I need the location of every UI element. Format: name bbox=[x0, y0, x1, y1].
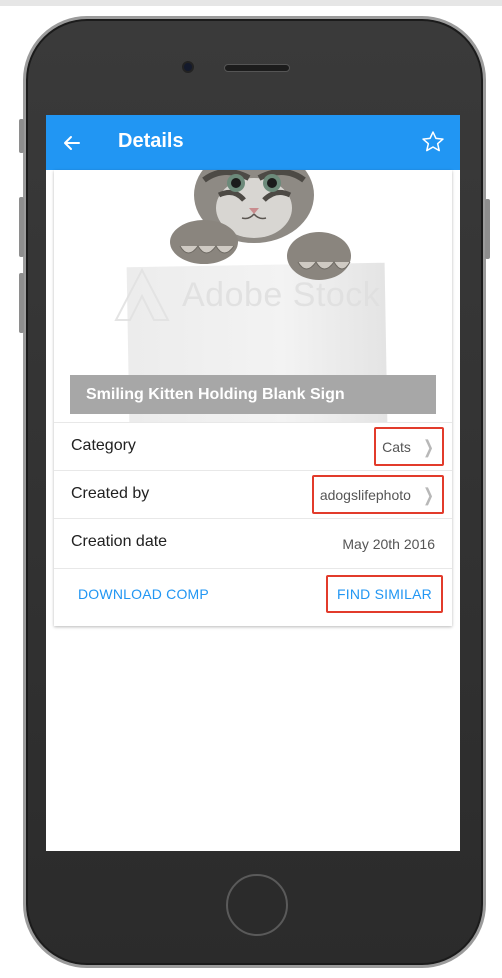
chevron-right-icon: ❯ bbox=[423, 484, 434, 505]
card-actions: DOWNLOAD COMP FIND SIMILAR bbox=[54, 568, 452, 626]
find-similar-button[interactable]: FIND SIMILAR bbox=[326, 575, 443, 613]
star-outline-icon bbox=[422, 131, 444, 152]
favorite-button[interactable] bbox=[416, 125, 450, 159]
detail-row-category: Category Cats ❯ bbox=[54, 422, 452, 470]
arrow-left-icon bbox=[64, 136, 80, 150]
watermark-text: Adobe Stock bbox=[182, 275, 381, 314]
volume-down-button bbox=[19, 273, 24, 333]
stock-image[interactable]: Adobe Stock Smiling Kitten Holding Blank… bbox=[54, 170, 452, 422]
watermark: Adobe Stock bbox=[112, 268, 380, 322]
category-link[interactable]: Cats ❯ bbox=[374, 427, 444, 466]
volume-up-button bbox=[19, 197, 24, 257]
detail-row-created-by: Created by adogslifephoto ❯ bbox=[54, 470, 452, 518]
download-comp-button[interactable]: DOWNLOAD COMP bbox=[78, 586, 209, 602]
image-caption: Smiling Kitten Holding Blank Sign bbox=[70, 375, 436, 414]
earpiece-speaker bbox=[224, 64, 290, 72]
created-by-value: adogslifephoto bbox=[319, 486, 411, 503]
front-camera bbox=[182, 61, 194, 73]
detail-row-creation-date: Creation date May 20th 2016 bbox=[54, 518, 452, 568]
page-title: Details bbox=[118, 130, 184, 152]
home-button[interactable] bbox=[226, 874, 288, 936]
app-screen: Details Adobe Stock Smiling Kitten Holdi… bbox=[46, 115, 460, 851]
app-bar: Details bbox=[46, 115, 460, 170]
power-button bbox=[485, 199, 490, 259]
category-value: Cats bbox=[382, 438, 411, 455]
category-label: Category bbox=[71, 437, 136, 454]
created-by-link[interactable]: adogslifephoto ❯ bbox=[312, 475, 444, 514]
chevron-right-icon: ❯ bbox=[423, 436, 434, 457]
creation-date-value: May 20th 2016 bbox=[342, 536, 435, 552]
mute-switch bbox=[19, 119, 24, 153]
device-stage: Details Adobe Stock Smiling Kitten Holdi… bbox=[0, 6, 502, 978]
back-button[interactable] bbox=[56, 127, 88, 159]
adobe-logo-icon bbox=[114, 268, 170, 321]
created-by-label: Created by bbox=[71, 485, 150, 502]
creation-date-label: Creation date bbox=[71, 533, 168, 550]
details-card: Adobe Stock Smiling Kitten Holding Blank… bbox=[54, 170, 452, 626]
